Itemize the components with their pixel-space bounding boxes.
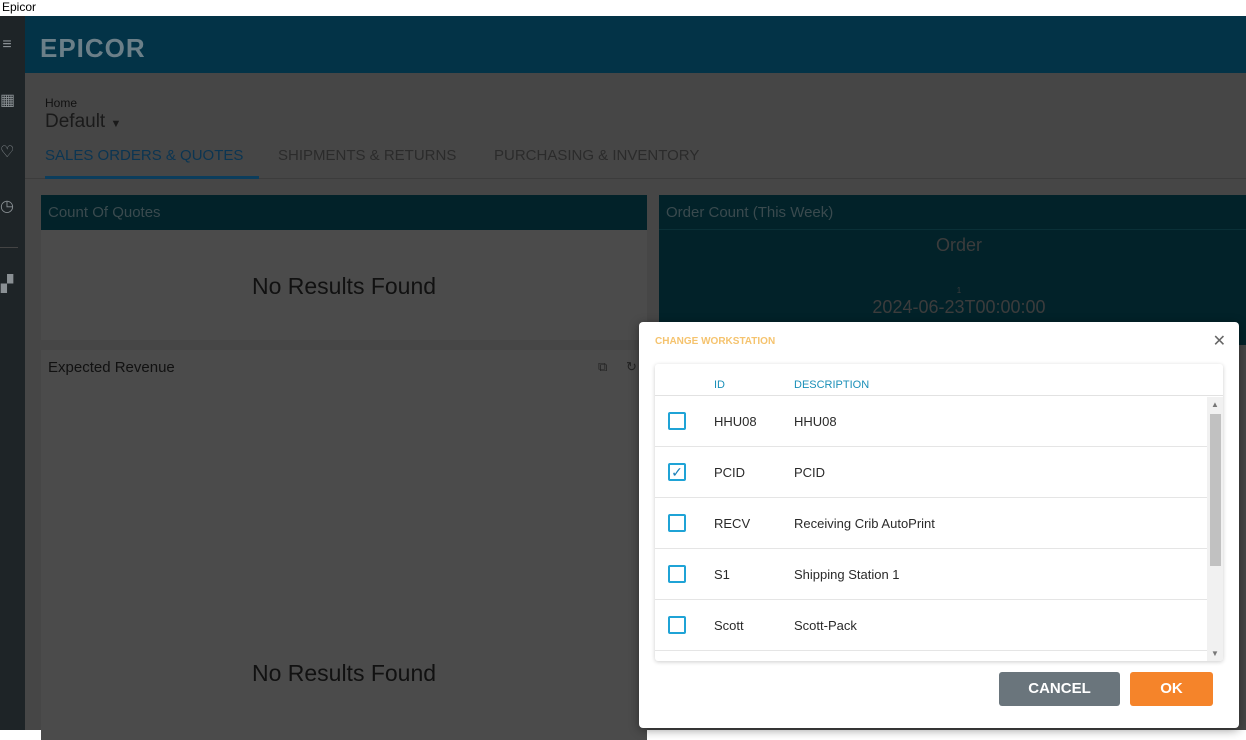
tab-sales-orders-quotes[interactable]: SALES ORDERS & QUOTES xyxy=(45,147,259,179)
panel-count-of-quotes: Count Of Quotes No Results Found xyxy=(41,195,647,340)
sidebar: ≡ ▦ ♡ ◷ ▞ xyxy=(0,16,25,730)
cell-description: HHU08 xyxy=(794,414,837,429)
scroll-down-icon[interactable]: ▼ xyxy=(1211,649,1219,658)
app-header: EPICOR xyxy=(25,16,1246,73)
column-header-id[interactable]: ID xyxy=(714,379,725,391)
cell-id: RECV xyxy=(714,516,751,531)
caret-down-icon: ▼ xyxy=(110,118,122,130)
chart-date-label: 2024-06-23T00:00:00 xyxy=(872,297,1046,317)
scrollbar-thumb[interactable] xyxy=(1210,414,1221,566)
panel-title: Order Count (This Week) xyxy=(659,195,1246,230)
panel-expected-revenue: Expected Revenue ⧉ ↻ No Results Found xyxy=(41,350,647,740)
sidebar-divider xyxy=(0,247,18,248)
chart-value-label: 1 xyxy=(956,286,962,295)
table-row[interactable]: Scott Scott-Pack xyxy=(655,600,1223,651)
table-row[interactable]: HHU08 HHU08 xyxy=(655,396,1223,447)
clock-icon[interactable]: ◷ xyxy=(0,196,14,216)
table-row[interactable]: S1 Shipping Station 1 xyxy=(655,549,1223,600)
table-row[interactable]: ✓ PCID PCID xyxy=(655,447,1223,498)
menu-icon[interactable]: ≡ xyxy=(0,36,14,54)
tab-bar: SALES ORDERS & QUOTES SHIPMENTS & RETURN… xyxy=(25,145,1246,179)
change-workstation-dialog: CHANGE WORKSTATION ✕ ID DESCRIPTION HHU0… xyxy=(639,322,1239,728)
dashboard-icon[interactable]: ▞ xyxy=(0,274,14,294)
checkbox[interactable] xyxy=(668,412,686,430)
grid-icon[interactable]: ▦ xyxy=(0,90,15,110)
column-header-description[interactable]: DESCRIPTION xyxy=(794,379,869,391)
window-title: Epicor xyxy=(0,0,1246,16)
heart-icon[interactable]: ♡ xyxy=(0,142,14,162)
checkbox[interactable] xyxy=(668,616,686,634)
no-results-message: No Results Found xyxy=(251,273,437,299)
grid-header: ID DESCRIPTION xyxy=(655,364,1223,396)
cell-id: PCID xyxy=(714,465,746,480)
open-external-icon[interactable]: ⧉ xyxy=(598,359,607,375)
panel-title: Count Of Quotes xyxy=(41,195,647,230)
cell-description: Scott-Pack xyxy=(794,618,857,633)
cell-description: PCID xyxy=(794,465,826,480)
cell-id: Scott xyxy=(714,618,744,633)
cell-id: HHU08 xyxy=(714,414,757,429)
page-title: Default xyxy=(45,111,106,132)
tab-shipments-returns[interactable]: SHIPMENTS & RETURNS xyxy=(278,147,456,179)
epicor-logo: EPICOR xyxy=(40,33,146,63)
workstation-grid: ID DESCRIPTION HHU08 HHU08 ✓ PCID PCID RE… xyxy=(655,364,1223,661)
chart-series-label: Order xyxy=(935,235,982,255)
page-title-dropdown[interactable]: Default ▼ xyxy=(45,111,121,133)
grid-body: HHU08 HHU08 ✓ PCID PCID RECV Receiving Cr… xyxy=(655,396,1223,651)
tab-purchasing-inventory[interactable]: PURCHASING & INVENTORY xyxy=(494,147,699,179)
checkbox[interactable] xyxy=(668,514,686,532)
no-results-message: No Results Found xyxy=(251,660,437,686)
scrollbar[interactable]: ▲ ▼ xyxy=(1207,397,1223,661)
cell-id: S1 xyxy=(714,567,730,582)
close-icon[interactable]: ✕ xyxy=(1213,331,1226,351)
cancel-button[interactable]: CANCEL xyxy=(999,672,1120,706)
checked-checkbox[interactable]: ✓ xyxy=(668,463,686,481)
ok-button[interactable]: OK xyxy=(1130,672,1213,706)
checkbox[interactable] xyxy=(668,565,686,583)
panel-title: Expected Revenue xyxy=(48,359,175,376)
cell-description: Shipping Station 1 xyxy=(794,567,900,582)
breadcrumb[interactable]: Home xyxy=(45,96,77,110)
table-row[interactable]: RECV Receiving Crib AutoPrint xyxy=(655,498,1223,549)
dialog-title: CHANGE WORKSTATION xyxy=(655,336,776,347)
refresh-icon[interactable]: ↻ xyxy=(626,359,637,375)
scroll-up-icon[interactable]: ▲ xyxy=(1211,400,1219,409)
cell-description: Receiving Crib AutoPrint xyxy=(794,516,935,531)
